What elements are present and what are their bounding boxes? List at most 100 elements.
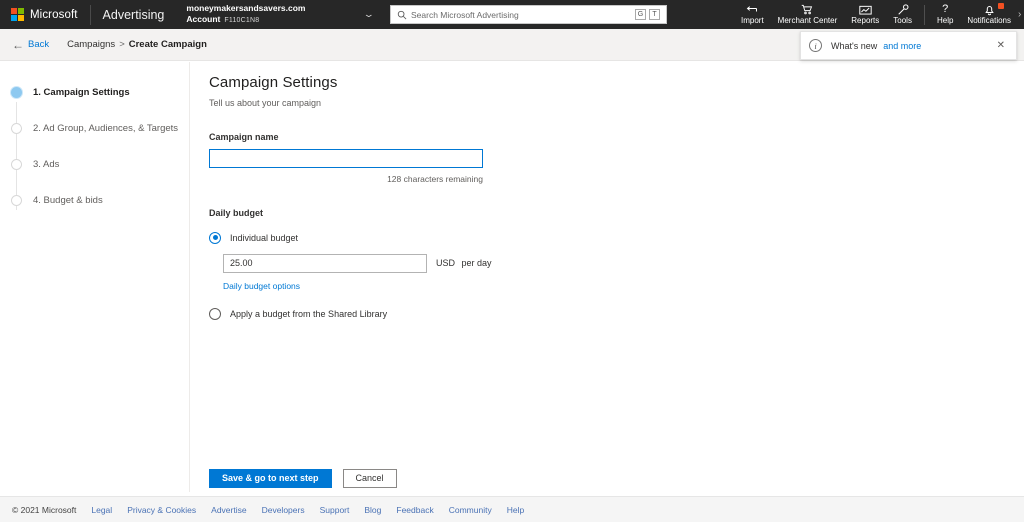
nav-label-import: Import [741, 16, 764, 25]
nav-item-tools[interactable]: Tools [886, 0, 919, 29]
search-key-hints: G T [635, 9, 660, 20]
product-name: Advertising [102, 7, 165, 22]
key-hint-g: G [635, 9, 646, 20]
sidebar-step-budget-bids[interactable]: 4. Budget & bids [0, 182, 189, 218]
search-input[interactable] [411, 7, 635, 22]
step-label: 2. Ad Group, Audiences, & Targets [33, 122, 179, 134]
sidebar-step-campaign-settings[interactable]: 1. Campaign Settings [0, 74, 189, 138]
shopping-cart-icon [801, 4, 813, 15]
step-label: 1. Campaign Settings [33, 86, 130, 98]
search-icon [397, 10, 407, 19]
chart-line-icon [859, 4, 872, 15]
save-and-next-button[interactable]: Save & go to next step [209, 469, 332, 488]
budget-amount-input[interactable] [223, 253, 427, 273]
step-indicator-dot [11, 194, 22, 206]
page-title: Campaign Settings [209, 74, 338, 91]
microsoft-logo-group[interactable]: Microsoft [0, 0, 78, 29]
main-content: Campaign Settings Tell us about your cam… [191, 62, 1024, 492]
radio-individual-budget[interactable]: Individual budget [209, 231, 1024, 244]
step-indicator-dot [11, 158, 22, 170]
question-mark-icon: ? [942, 3, 949, 15]
bell-icon [984, 4, 995, 15]
breadcrumb-campaigns[interactable]: Campaigns [67, 39, 115, 50]
account-texts: moneymakersandsavers.com Account F110C1N… [186, 2, 306, 26]
breadcrumb: Campaigns > Create Campaign [67, 39, 207, 50]
whats-new-text: What's new [831, 40, 878, 51]
account-label: Account [186, 14, 221, 25]
footer-link-support[interactable]: Support [320, 505, 350, 515]
back-label: Back [28, 39, 50, 50]
footer-link-privacy-cookies[interactable]: Privacy & Cookies [127, 505, 196, 515]
currency-code: USD [436, 258, 456, 268]
footer-link-help[interactable]: Help [507, 505, 524, 515]
per-unit-text: per day [461, 258, 492, 268]
daily-budget-group: Daily budget Individual budget USD per d… [209, 208, 1024, 320]
brand-name: Microsoft [30, 8, 78, 21]
nav-label-reports: Reports [851, 16, 880, 25]
notification-badge [998, 3, 1004, 9]
account-domain: moneymakersandsavers.com [186, 2, 306, 13]
top-navigation: Import Merchant Center Reports Tools ? H… [734, 0, 1024, 29]
page-footer: © 2021 Microsoft Legal Privacy & Cookies… [0, 496, 1024, 522]
back-button[interactable]: ← Back [12, 39, 49, 51]
wrench-icon [897, 3, 909, 15]
step-label: 4. Budget & bids [33, 194, 103, 206]
campaign-name-input[interactable] [209, 148, 483, 168]
breadcrumb-separator: > [119, 39, 125, 50]
daily-budget-label: Daily budget [209, 207, 264, 218]
nav-label-notifications: Notifications [967, 16, 1011, 25]
radio-button-individual[interactable] [209, 231, 221, 244]
search-box[interactable]: G T [390, 5, 667, 24]
step-label: 3. Ads [33, 158, 60, 170]
nav-label-tools: Tools [893, 16, 912, 25]
microsoft-logo-icon [11, 8, 24, 21]
campaign-name-helper: 128 characters remaining [387, 173, 483, 184]
nav-label-help: Help [936, 16, 954, 25]
nav-item-notifications[interactable]: Notifications [960, 0, 1018, 29]
page-subtitle: Tell us about your campaign [209, 98, 322, 108]
form-actions: Save & go to next step Cancel [209, 469, 397, 488]
nav-item-reports[interactable]: Reports [844, 0, 886, 29]
nav-item-help[interactable]: ? Help [930, 0, 960, 29]
header-divider [89, 4, 91, 25]
campaign-name-group: Campaign name 128 characters remaining [209, 132, 1024, 184]
budget-currency-unit: USD per day [436, 258, 492, 268]
footer-link-legal[interactable]: Legal [91, 505, 112, 515]
radio-label-individual: Individual budget [230, 232, 299, 243]
top-header-bar: Microsoft Advertising moneymakersandsave… [0, 0, 1024, 29]
daily-budget-options-link[interactable]: Daily budget options [223, 281, 300, 291]
footer-link-developers[interactable]: Developers [262, 505, 305, 515]
import-arrow-icon [746, 4, 758, 15]
whats-new-link[interactable]: and more [883, 41, 921, 51]
app-root: Microsoft Advertising moneymakersandsave… [0, 0, 1024, 522]
chevron-down-icon[interactable]: ⌄ [363, 9, 375, 20]
footer-link-feedback[interactable]: Feedback [396, 505, 433, 515]
radio-label-shared: Apply a budget from the Shared Library [230, 308, 388, 319]
footer-link-blog[interactable]: Blog [364, 505, 381, 515]
copyright-text: © 2021 Microsoft [12, 504, 77, 515]
nav-overflow-icon[interactable]: › [1018, 0, 1024, 29]
step-indicator-dot [11, 122, 22, 134]
cancel-button[interactable]: Cancel [342, 469, 397, 488]
sidebar-step-ad-group-audiences-targets[interactable]: 2. Ad Group, Audiences, & Targets [0, 110, 189, 174]
close-icon[interactable]: ✕ [994, 39, 1008, 53]
breadcrumb-current: Create Campaign [128, 39, 207, 50]
nav-separator [923, 4, 925, 25]
footer-link-community[interactable]: Community [449, 505, 492, 515]
sidebar-step-ads[interactable]: 3. Ads [0, 146, 189, 210]
account-selector[interactable]: moneymakersandsavers.com Account F110C1N… [186, 2, 406, 26]
account-id: F110C1N8 [224, 17, 260, 25]
footer-link-advertise[interactable]: Advertise [211, 505, 246, 515]
whats-new-notification[interactable]: i What's new and more ✕ [800, 31, 1017, 60]
nav-item-merchant-center[interactable]: Merchant Center [771, 0, 845, 29]
budget-amount-row: USD per day [223, 253, 1024, 273]
radio-shared-library-budget[interactable]: Apply a budget from the Shared Library [209, 307, 1024, 320]
campaign-name-label: Campaign name [209, 132, 279, 142]
info-circle-icon: i [809, 39, 822, 52]
step-sidebar: 1. Campaign Settings 2. Ad Group, Audien… [0, 62, 190, 492]
arrow-left-icon: ← [12, 37, 24, 52]
key-hint-t: T [649, 9, 660, 20]
nav-item-import[interactable]: Import [734, 0, 771, 29]
step-indicator-dot [11, 86, 22, 98]
radio-button-shared[interactable] [209, 307, 221, 320]
